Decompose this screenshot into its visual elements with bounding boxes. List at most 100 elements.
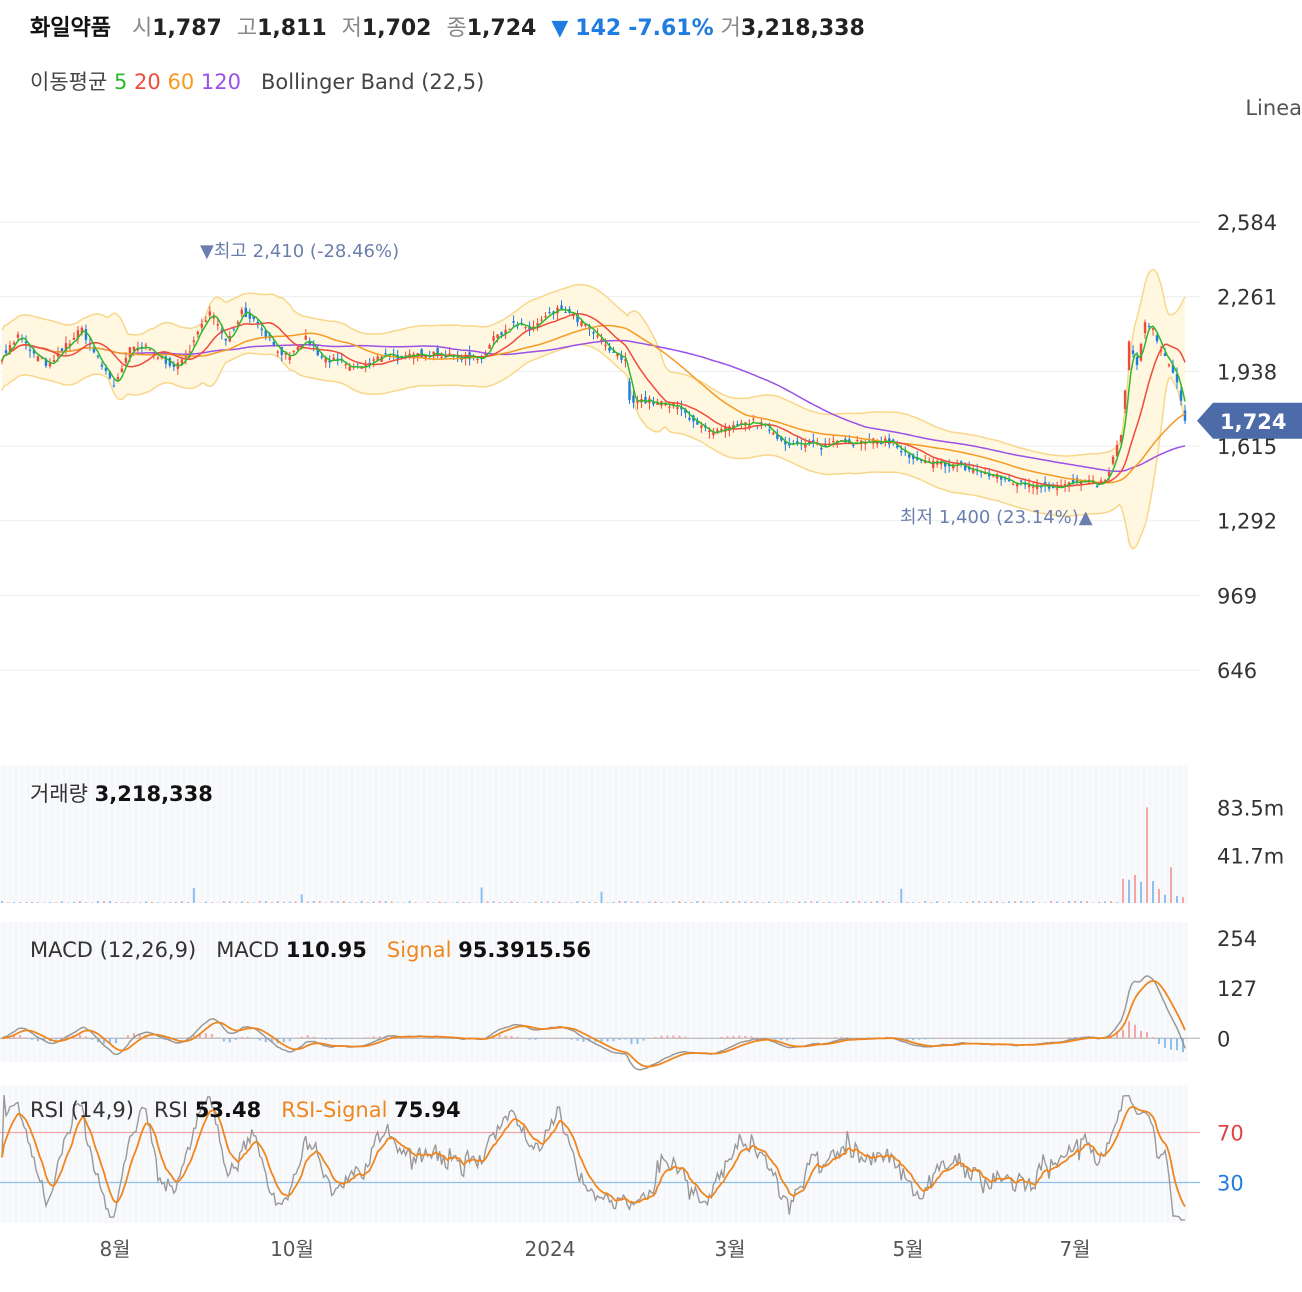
macd-hist-bar — [54, 1038, 57, 1040]
volume-bar — [408, 901, 411, 903]
volume-bar — [582, 901, 585, 903]
macd-hist-bar — [264, 1038, 267, 1043]
ma-label: 이동평균 — [30, 70, 108, 94]
volume-bar — [576, 901, 579, 903]
candle-body — [320, 356, 323, 358]
volume-panel-value: 3,218,338 — [94, 782, 213, 806]
volume-bar — [72, 901, 75, 903]
open-value: 1,787 — [152, 16, 222, 41]
macd-hist-bar — [630, 1038, 633, 1045]
candle-body — [488, 345, 491, 349]
volume-bar — [1056, 901, 1059, 903]
candle-body — [384, 353, 387, 355]
volume-bar — [660, 902, 663, 903]
volume-bar — [636, 901, 639, 903]
macd-hist-bar — [240, 1036, 243, 1039]
macd-hist-bar — [246, 1036, 249, 1039]
macd-hist-bar — [372, 1036, 375, 1039]
volume-bar — [12, 902, 15, 903]
volume-bar — [720, 901, 723, 903]
volume-bar — [1, 901, 3, 903]
macd-hist-bar — [558, 1037, 561, 1039]
volume-bar — [246, 901, 249, 903]
volume-bar — [456, 901, 459, 903]
volume-bar — [726, 901, 729, 903]
volume-bar — [228, 901, 231, 903]
x-axis-label: 8월 — [99, 1237, 130, 1261]
volume-bar — [1116, 902, 1119, 903]
volume-bar — [810, 901, 813, 903]
volume-bar — [894, 902, 897, 903]
volume-bar — [156, 902, 159, 903]
macd-hist-bar — [504, 1035, 507, 1039]
macd-hist-bar — [24, 1037, 27, 1039]
volume-bar — [300, 894, 303, 903]
volume-bar — [366, 902, 369, 903]
volume-bar — [618, 901, 621, 903]
macd-hist-bar — [672, 1035, 675, 1039]
price-tick-label: 1,292 — [1217, 510, 1277, 534]
volume-bar — [516, 902, 519, 903]
candle-body — [348, 366, 351, 371]
volume-bar — [252, 902, 255, 903]
volume-bar — [78, 901, 81, 903]
macd-hist-bar — [786, 1038, 789, 1041]
volume-bar — [1020, 901, 1023, 903]
volume-bar — [1032, 901, 1035, 903]
macd-hist-bar — [720, 1036, 723, 1039]
rsi-label: RSI — [153, 1098, 189, 1122]
ma60-legend: 60 — [167, 70, 195, 94]
macd-hist-bar — [216, 1037, 219, 1039]
volume-bar — [978, 901, 981, 903]
macd-panel-title: MACD (12,26,9) MACD 110.95 Signal 95.391… — [30, 938, 591, 962]
candle-body — [180, 359, 184, 364]
volume-bar — [1164, 894, 1167, 903]
candle-body — [512, 321, 515, 323]
low-value: 1,702 — [361, 16, 432, 41]
macd-hist-bar — [744, 1035, 747, 1039]
macd-hist-bar — [1140, 1030, 1143, 1039]
volume-bar — [1098, 901, 1101, 903]
volume-bar — [432, 902, 435, 903]
macd-hist-bar — [684, 1036, 687, 1039]
volume-bar — [684, 902, 687, 903]
x-axis-label: 7월 — [1059, 1237, 1090, 1261]
volume-bar — [60, 901, 63, 903]
low-label: 저 — [341, 16, 362, 41]
volume-bar — [918, 902, 921, 903]
candle-body — [112, 385, 116, 387]
volume-bar — [492, 901, 495, 903]
macd-hist-bar — [78, 1034, 81, 1039]
volume-bar — [1068, 901, 1071, 903]
volume-bar — [66, 902, 69, 903]
volume-bar — [768, 901, 771, 903]
volume-bar — [708, 902, 711, 903]
volume-bar — [210, 902, 213, 903]
macd-tick-label: 0 — [1217, 1027, 1230, 1051]
volume-bar — [540, 901, 543, 903]
macd-tick-label: 127 — [1217, 977, 1257, 1001]
macd-hist-bar — [1050, 1037, 1053, 1039]
scale-mode-button[interactable]: Linea — [1245, 96, 1302, 120]
macd-hist-bar — [960, 1037, 963, 1039]
candle-body — [1123, 390, 1127, 409]
candle-body — [856, 439, 859, 441]
macd-hist-bar — [1068, 1037, 1071, 1039]
change-value: 142 — [575, 16, 622, 41]
macd-hist-bar — [576, 1038, 579, 1041]
volume-bar — [930, 902, 933, 903]
macd-tick-label: 254 — [1217, 927, 1257, 951]
candle-body — [688, 417, 691, 420]
volume-bar — [852, 901, 855, 903]
candle-body — [196, 331, 200, 335]
candle-body — [240, 309, 243, 315]
volume-bar — [192, 887, 195, 903]
volume-bar — [972, 901, 975, 903]
volume-bar — [600, 891, 603, 903]
volume-bar — [1092, 902, 1095, 903]
volume-bar — [882, 901, 885, 903]
indicator-legend[interactable]: 이동평균 5 20 60 120 Bollinger Band (22,5) — [30, 66, 484, 96]
x-axis-label: 5월 — [892, 1237, 923, 1261]
volume-bar — [1050, 900, 1053, 903]
volume-bar — [1026, 901, 1029, 903]
